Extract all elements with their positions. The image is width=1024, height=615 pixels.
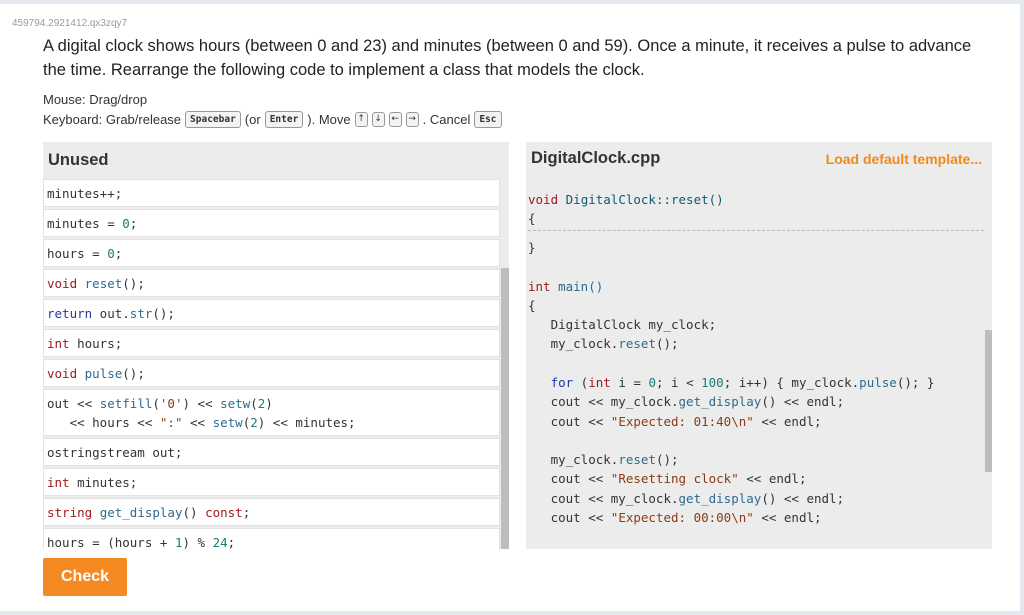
code-block-line: int hours; [47,335,123,351]
keyboard-instructions: Keyboard: Grab/release Spacebar (or Ente… [43,111,502,128]
code-block-line: string get_display() const; [47,504,251,520]
main-code-line: cout << "Expected: 00:00\n" << endl; [528,510,822,525]
file-scrollbar[interactable] [985,330,992,472]
or-text: (or [244,112,261,127]
code-block[interactable]: minutes++; [43,179,500,207]
code-block[interactable]: minutes = 0; [43,209,500,237]
main-code-line: my_clock.reset(); [528,452,679,468]
code-block-line: void pulse(); [47,365,145,381]
file-name: DigitalClock.cpp [531,149,661,167]
problem-prompt: A digital clock shows hours (between 0 a… [43,37,972,79]
arrow-left-icon: ← [388,112,402,127]
code-block[interactable]: int minutes; [43,468,500,496]
unused-block-list: minutes++; minutes = 0; hours = 0; void res… [43,179,500,549]
code-block-line: minutes++; [47,185,123,201]
main-code-line: DigitalClock my_clock; [528,317,717,332]
code-block-line: minutes = 0; [47,215,138,231]
cancel-text: . Cancel [422,112,471,127]
code-block[interactable]: void pulse(); [43,359,500,387]
code-block[interactable]: return out.str(); [43,299,500,327]
main-code-line: cout << my_clock.get_display() << endl; [528,394,845,410]
reset-signature: void DigitalClock::reset() [528,192,724,207]
code-block[interactable]: int hours; [43,329,500,357]
main-code-line: cout << my_clock.get_display() << endl; [528,490,845,506]
unused-scrollbar[interactable] [501,268,509,549]
code-block-line: ostringstream out; [47,444,183,460]
reset-open-brace: { [528,211,536,226]
mouse-instructions: Mouse: Drag/drop [43,92,148,107]
move-text: ). Move [307,112,351,127]
load-default-template-link[interactable]: Load default template... [826,151,982,167]
unused-title: Unused [48,151,109,169]
arrow-right-icon: → [405,112,419,127]
code-block-line: return out.str(); [47,305,175,321]
spacebar-key: Spacebar [185,111,241,128]
enter-key: Enter [264,111,304,128]
esc-key: Esc [474,111,502,128]
main-code-line: for (int i = 0; i < 100; i++) { my_clock… [550,374,935,390]
code-file-panel[interactable]: DigitalClock.cpp Load default template..… [526,142,992,549]
frame-right-border [1020,0,1024,615]
code-block-line: out << setfill('0') << setw(2) [47,395,273,411]
code-block-line: hours = (hours + 1) % 24; [47,534,236,550]
code-block[interactable]: string get_display() const; [43,498,500,526]
code-block[interactable]: out << setfill('0') << setw(2) << hours … [43,389,500,436]
check-button[interactable]: Check [43,558,127,596]
reset-close-brace: } [528,240,536,255]
keyboard-label: Keyboard: Grab/release [43,112,182,127]
drop-zone[interactable] [528,230,984,231]
main-signature: int main() [528,279,604,294]
code-block-line: hours = 0; [47,245,123,261]
main-open-brace: { [528,298,536,313]
main-code-line: my_clock.reset(); [528,336,679,352]
code-block-line: int minutes; [47,474,138,490]
main-code-line: cout << "Expected: 01:40\n" << endl; [528,413,822,429]
code-block-line: << hours << ":" << setw(2) << minutes; [47,414,356,430]
code-block[interactable]: void reset(); [43,269,500,297]
code-block[interactable]: ostringstream out; [43,438,500,466]
unused-blocks-panel[interactable]: Unused minutes++; minutes = 0; hours = 0; v… [43,142,509,549]
code-block[interactable]: hours = (hours + 1) % 24; [43,528,500,549]
code-block-line: void reset(); [47,275,145,291]
activity-id: 459794.2921412.qx3zqy7 [12,18,128,29]
arrow-up-icon: ↑ [354,112,368,127]
main-code-line: cout << "Resetting clock" << endl; [528,471,807,487]
code-block[interactable]: hours = 0; [43,239,500,267]
frame-bottom-border [0,611,1024,615]
arrow-down-icon: ↓ [371,112,385,127]
frame-top-border [0,0,1024,4]
